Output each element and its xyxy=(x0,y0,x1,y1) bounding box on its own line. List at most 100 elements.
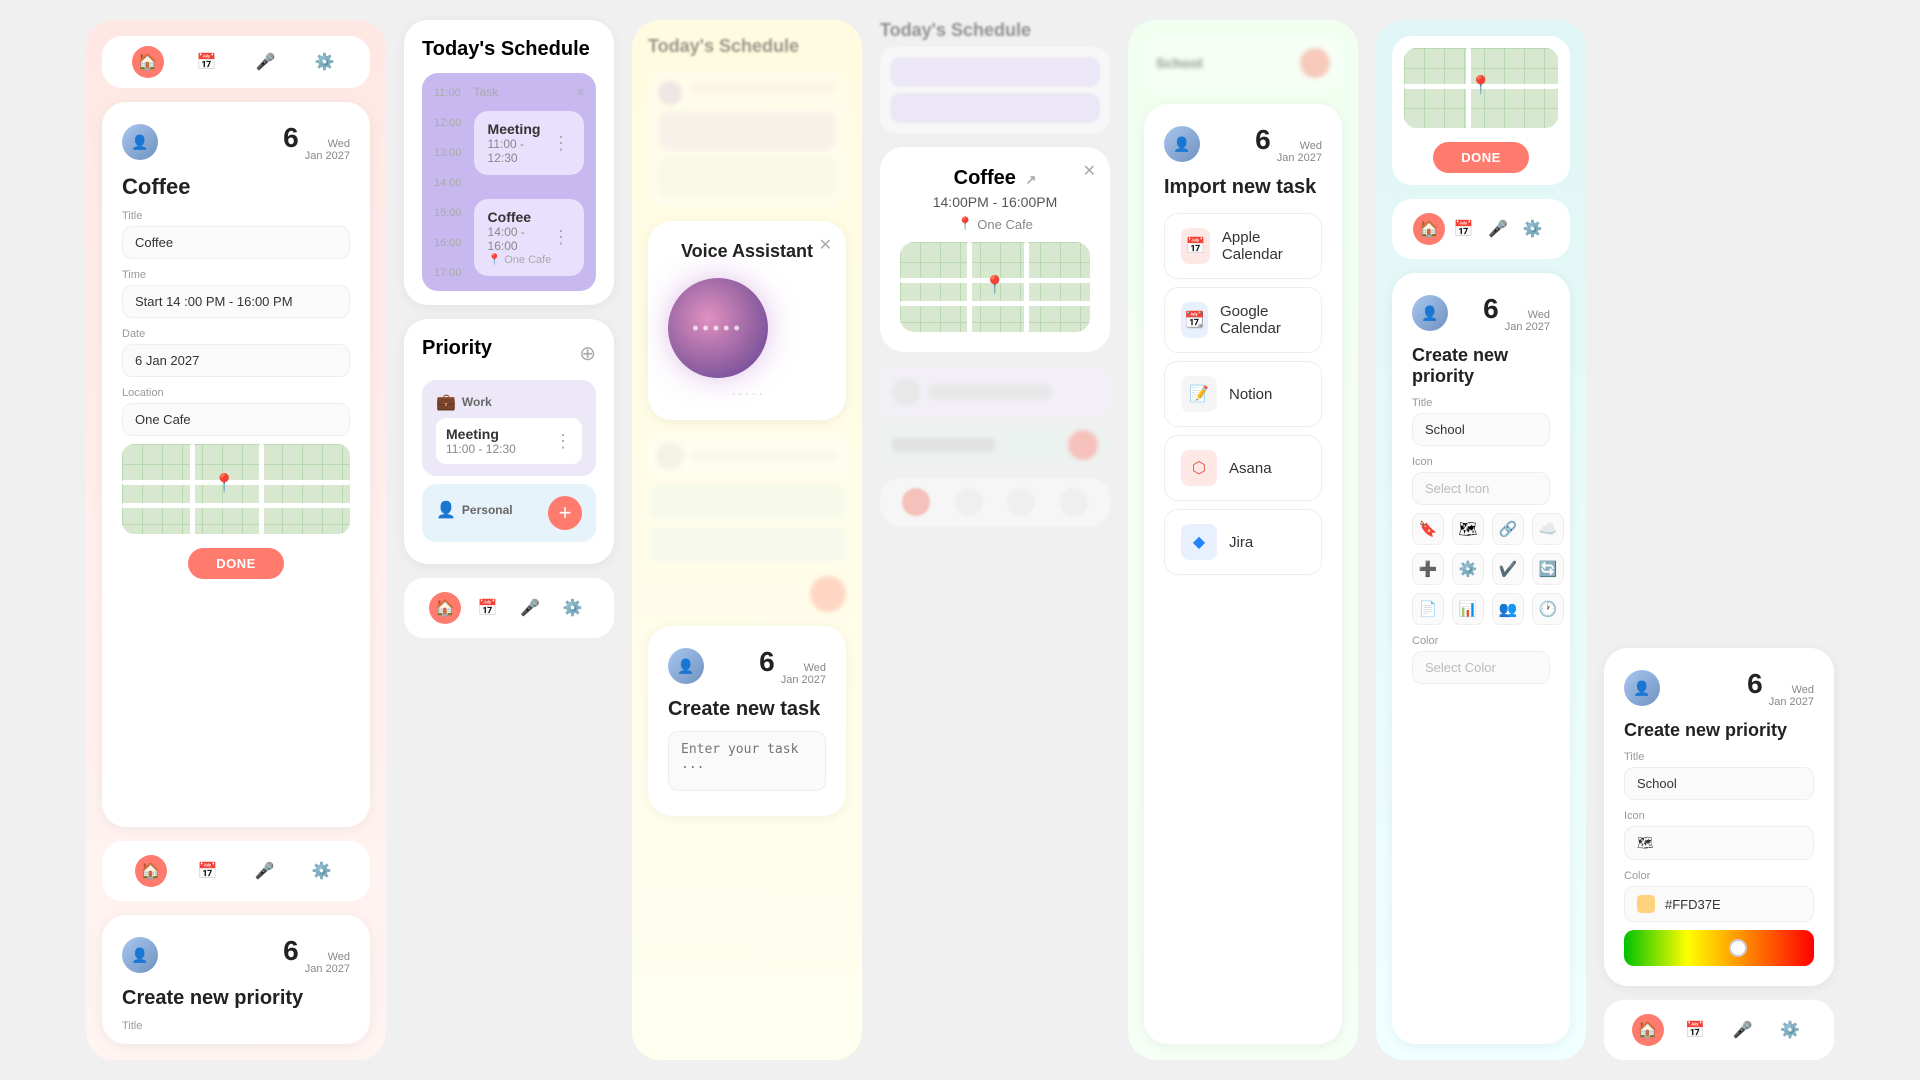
work-meeting-menu[interactable]: ⋮ xyxy=(554,431,572,452)
coffee-task[interactable]: Coffee 14:00 - 16:00 📍 One Cafe ⋮ xyxy=(474,199,584,276)
home-icon[interactable]: 🏠 xyxy=(132,46,164,78)
done-button[interactable]: DONE xyxy=(188,548,284,579)
icon-settings[interactable]: ⚙️ xyxy=(1452,553,1484,585)
time-input[interactable]: Start 14 :00 PM - 16:00 PM xyxy=(122,285,350,318)
date-number: 6 xyxy=(283,122,299,154)
color-gradient-bar[interactable] xyxy=(1624,930,1814,966)
icon-input-full[interactable]: 🗺 xyxy=(1624,826,1814,860)
calendar-icon-bottom[interactable]: 📅 xyxy=(192,855,224,887)
voice-assistant-card: ✕ Voice Assistant ••••• · · · · · xyxy=(648,221,846,420)
gear-icon-bottom[interactable]: ⚙️ xyxy=(306,855,338,887)
color-thumb[interactable] xyxy=(1729,939,1747,957)
title-label-full: Title xyxy=(1624,751,1814,763)
import-date-label: WedJan 2027 xyxy=(1277,140,1322,164)
title-label: Title xyxy=(122,210,350,222)
meeting-name: Meeting xyxy=(488,121,552,137)
mic-nav[interactable]: 🎤 xyxy=(514,592,546,624)
mic-icon[interactable]: 🎤 xyxy=(250,46,282,78)
personal-add-button[interactable]: + xyxy=(548,496,582,530)
home-nav-col6[interactable]: 🏠 xyxy=(1413,213,1445,245)
personal-icon: 👤 xyxy=(436,500,456,520)
task-input[interactable] xyxy=(668,731,826,791)
icon-check[interactable]: ✔️ xyxy=(1492,553,1524,585)
priority-title: Priority xyxy=(422,337,492,360)
selected-icon: 🗺 xyxy=(1637,835,1654,851)
asana-label: Asana xyxy=(1229,460,1272,477)
apple-calendar-label: Apple Calendar xyxy=(1222,229,1305,263)
voice-orb[interactable]: ••••• xyxy=(668,278,768,378)
work-meeting-task[interactable]: Meeting 11:00 - 12:30 ⋮ xyxy=(436,418,582,464)
icon-clock1[interactable]: 🕐 xyxy=(1532,593,1564,625)
notion-item[interactable]: 📝 Notion xyxy=(1164,361,1322,427)
external-link-icon[interactable]: ↗ xyxy=(1025,172,1036,187)
icon-cloud[interactable]: ☁️ xyxy=(1532,513,1564,545)
coffee-menu-icon[interactable]: ⋮ xyxy=(552,227,570,248)
coffee-popup-card: ✕ Coffee ↗ 14:00PM - 16:00PM 📍 One Cafe … xyxy=(880,147,1110,352)
import-date-num: 6 xyxy=(1255,124,1271,156)
gear-nav[interactable]: ⚙️ xyxy=(557,592,589,624)
priority-icon-date-num: 6 xyxy=(1483,293,1499,325)
meeting-task[interactable]: Meeting 11:00 - 12:30 ⋮ xyxy=(474,111,584,175)
title-input-col6[interactable]: School xyxy=(1412,413,1550,446)
icon-link[interactable]: 🔗 xyxy=(1492,513,1524,545)
date-label: WedJan 2027 xyxy=(305,138,350,162)
calendar-icon[interactable]: 📅 xyxy=(191,46,223,78)
gear-nav-col7[interactable]: ⚙️ xyxy=(1774,1014,1806,1046)
priority-full-date-label: WedJan 2027 xyxy=(1769,684,1814,708)
cal-nav[interactable]: 📅 xyxy=(472,592,504,624)
icon-bookmark[interactable]: 🔖 xyxy=(1412,513,1444,545)
coffee-popup-location: 📍 One Cafe xyxy=(900,216,1090,232)
priority-add-icon[interactable]: ⊕ xyxy=(579,341,596,366)
color-input-col6[interactable]: Select Color xyxy=(1412,651,1550,684)
coffee-time: 14:00 - 16:00 xyxy=(488,225,552,253)
bottom-nav-col1: 🏠 📅 🎤 ⚙️ xyxy=(102,841,370,901)
done-button-col6[interactable]: DONE xyxy=(1433,142,1529,173)
blurred-schedule-rows xyxy=(648,434,846,562)
nav-col6: 🏠 📅 🎤 ⚙️ xyxy=(1392,199,1570,259)
home-nav-col7[interactable]: 🏠 xyxy=(1632,1014,1664,1046)
date-input[interactable]: 6 Jan 2027 xyxy=(122,344,350,377)
list-icon[interactable]: ≡ xyxy=(577,85,584,99)
icon-map[interactable]: 🗺 xyxy=(1452,513,1484,545)
work-priority-item[interactable]: 💼 Work Meeting 11:00 - 12:30 ⋮ xyxy=(422,380,596,476)
icon-plus[interactable]: ➕ xyxy=(1412,553,1444,585)
home-nav[interactable]: 🏠 xyxy=(429,592,461,624)
asana-item[interactable]: ⬡ Asana xyxy=(1164,435,1322,501)
mic-nav-col6[interactable]: 🎤 xyxy=(1482,213,1514,245)
google-calendar-item[interactable]: 📆 Google Calendar xyxy=(1164,287,1322,353)
icon-grid: 🔖 🗺 🔗 ☁️ ✏️ ⚡ ➕ ⚙️ ✔️ 🔄 ↩️ 🧩 📄 📊 👥 🕐 🕑 🎯 xyxy=(1412,513,1550,625)
nav-blurred-col4 xyxy=(880,478,1110,526)
title-input-full[interactable]: School xyxy=(1624,767,1814,800)
personal-priority-item[interactable]: 👤 Personal + xyxy=(422,484,596,542)
location-input[interactable]: One Cafe xyxy=(122,403,350,436)
voice-close-button[interactable]: ✕ xyxy=(819,235,832,255)
icon-refresh[interactable]: 🔄 xyxy=(1532,553,1564,585)
jira-item[interactable]: ◆ Jira xyxy=(1164,509,1322,575)
location-label: Location xyxy=(122,387,350,399)
title-input[interactable]: Coffee xyxy=(122,226,350,259)
import-avatar: 👤 xyxy=(1164,126,1200,162)
priority-card: Priority ⊕ 💼 Work Meeting 11:00 - 12:30 … xyxy=(404,319,614,564)
time-column: 11:00 12:00 13:00 14:00 15:00 16:00 17:0… xyxy=(434,85,462,279)
home-icon-bottom[interactable]: 🏠 xyxy=(135,855,167,887)
coffee-popup-time: 14:00PM - 16:00PM xyxy=(900,194,1090,210)
gear-nav-col6[interactable]: ⚙️ xyxy=(1517,213,1549,245)
mic-icon-bottom[interactable]: 🎤 xyxy=(249,855,281,887)
coffee-popup-close[interactable]: ✕ xyxy=(1083,161,1096,181)
icon-input-col6[interactable]: Select Icon xyxy=(1412,472,1550,505)
icon-people[interactable]: 👥 xyxy=(1492,593,1524,625)
icon-doc[interactable]: 📄 xyxy=(1412,593,1444,625)
cal-nav-col6[interactable]: 📅 xyxy=(1448,213,1480,245)
apple-calendar-item[interactable]: 📅 Apple Calendar xyxy=(1164,213,1322,279)
create-priority-card-col1: 👤 6 WedJan 2027 Create new priority Titl… xyxy=(102,915,370,1044)
color-input-full[interactable]: #FFD37E xyxy=(1624,886,1814,922)
gear-icon[interactable]: ⚙️ xyxy=(309,46,341,78)
mic-nav-col7[interactable]: 🎤 xyxy=(1727,1014,1759,1046)
notion-label: Notion xyxy=(1229,386,1272,403)
date-label-priority: WedJan 2027 xyxy=(305,951,350,975)
cal-nav-col7[interactable]: 📅 xyxy=(1679,1014,1711,1046)
task-menu-icon[interactable]: ⋮ xyxy=(552,133,570,154)
create-task-title: Create new task xyxy=(668,698,826,721)
create-priority-icon-title: Create new priority xyxy=(1412,345,1550,387)
icon-chart[interactable]: 📊 xyxy=(1452,593,1484,625)
